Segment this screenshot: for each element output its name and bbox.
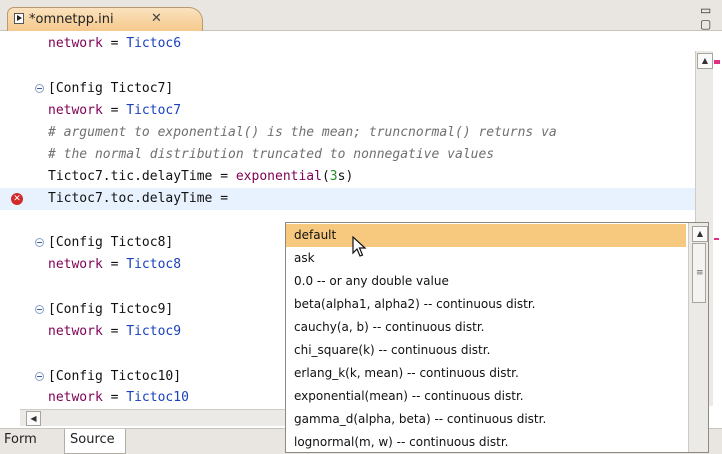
key: network bbox=[48, 390, 103, 405]
proposal-item[interactable]: exponential(mean) -- continuous distr. bbox=[286, 385, 686, 408]
value: Tictoc6 bbox=[126, 36, 182, 51]
proposal-scrollbar[interactable]: ▲ ≡ bbox=[688, 223, 708, 452]
value: Tictoc8 bbox=[126, 257, 182, 272]
key: network bbox=[48, 36, 103, 51]
tab-title: *omnetpp.ini bbox=[29, 12, 114, 27]
code-line: network = Tictoc7 bbox=[48, 103, 182, 118]
code-line: Tictoc7.tic.delayTime = exponential(3s) bbox=[48, 169, 354, 184]
key: network bbox=[48, 103, 103, 118]
key: network bbox=[48, 257, 103, 272]
fold-toggle-icon[interactable] bbox=[35, 84, 44, 93]
editor-tab-bar: *omnetpp.ini ✕ ▭ ▢ bbox=[0, 0, 722, 31]
ini-file-icon bbox=[14, 13, 24, 24]
error-marker-icon[interactable] bbox=[714, 238, 719, 240]
fold-toggle-icon[interactable] bbox=[35, 372, 44, 381]
proposal-item[interactable]: lognormal(m, w) -- continuous distr. bbox=[286, 431, 686, 452]
value: Tictoc7 bbox=[126, 103, 182, 118]
scroll-up-arrow-icon[interactable]: ▲ bbox=[697, 53, 713, 69]
function-name: exponential bbox=[235, 169, 322, 184]
value: Tictoc10 bbox=[126, 390, 189, 405]
proposal-item[interactable]: erlang_k(k, mean) -- continuous distr. bbox=[286, 362, 686, 385]
mouse-pointer-icon bbox=[352, 236, 367, 257]
fold-toggle-icon[interactable] bbox=[35, 238, 44, 247]
proposal-item[interactable]: gamma_d(alpha, beta) -- continuous distr… bbox=[286, 408, 686, 431]
function-arg: 3 bbox=[329, 169, 338, 184]
current-line[interactable]: ✕ Tictoc7.toc.delayTime = bbox=[0, 188, 695, 210]
proposal-item[interactable]: chi_square(k) -- continuous distr. bbox=[286, 339, 686, 362]
proposal-item[interactable]: beta(alpha1, alpha2) -- continuous distr… bbox=[286, 293, 686, 316]
key: Tictoc7.tic.delayTime bbox=[48, 169, 213, 184]
code-line: network = Tictoc6 bbox=[48, 36, 182, 51]
minimize-maximize-icon[interactable]: ▭ ▢ bbox=[700, 3, 722, 31]
comment: # argument to exponential() is the mean;… bbox=[48, 125, 557, 140]
proposal-item[interactable]: default bbox=[286, 224, 686, 247]
proposal-item[interactable]: ask bbox=[286, 247, 686, 270]
key: network bbox=[48, 324, 103, 339]
proposal-item[interactable]: 0.0 -- or any double value bbox=[286, 270, 686, 293]
fold-toggle-icon[interactable] bbox=[35, 305, 44, 314]
key: Tictoc7.toc.delayTime bbox=[48, 191, 213, 206]
section-header: [Config Tictoc8] bbox=[48, 235, 174, 250]
error-marker-icon[interactable] bbox=[714, 60, 720, 64]
code-line: # the normal distribution truncated to n… bbox=[0, 144, 695, 166]
scroll-left-arrow-icon[interactable]: ◀ bbox=[26, 411, 41, 426]
content-assist-popup[interactable]: default ask 0.0 -- or any double value beta… bbox=[285, 222, 709, 453]
close-icon[interactable]: ✕ bbox=[151, 11, 162, 26]
section-header: [Config Tictoc7] bbox=[48, 81, 174, 96]
tab-omnetpp-ini[interactable]: *omnetpp.ini ✕ bbox=[7, 7, 203, 31]
scroll-grip-icon: ≡ bbox=[696, 268, 704, 278]
code-line: [Config Tictoc7] bbox=[0, 78, 695, 100]
editor-horizontal-scrollbar[interactable]: ◀ bbox=[20, 409, 288, 426]
value: Tictoc9 bbox=[126, 324, 182, 339]
proposal-item[interactable]: cauchy(a, b) -- continuous distr. bbox=[286, 316, 686, 339]
tab-form[interactable]: Form bbox=[4, 432, 37, 447]
tab-source[interactable]: Source bbox=[64, 429, 126, 454]
scroll-up-arrow-icon[interactable]: ▲ bbox=[692, 226, 708, 242]
error-icon[interactable]: ✕ bbox=[11, 193, 23, 205]
section-header: [Config Tictoc9] bbox=[48, 302, 174, 317]
code-line: # argument to exponential() is the mean;… bbox=[0, 122, 695, 144]
section-header: [Config Tictoc10] bbox=[48, 369, 182, 384]
comment: # the normal distribution truncated to n… bbox=[48, 147, 495, 162]
